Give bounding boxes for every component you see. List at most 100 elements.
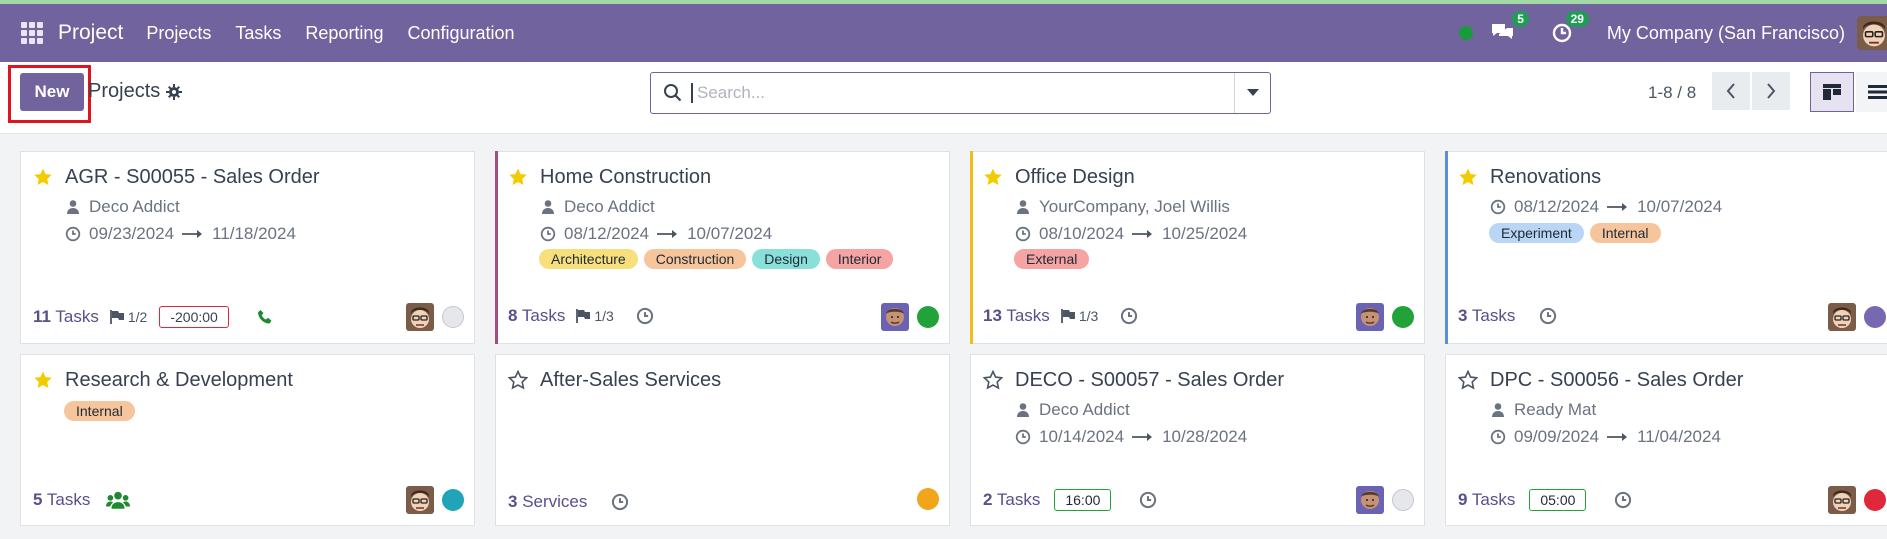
menu-reporting[interactable]: Reporting — [305, 23, 383, 44]
status-indicator[interactable] — [1392, 489, 1414, 511]
chat-bubbles-icon — [1491, 24, 1513, 39]
milestones[interactable]: 1/2 — [109, 309, 147, 325]
caret-down-icon — [1246, 89, 1259, 96]
task-count-link[interactable]: 2 Tasks — [983, 490, 1040, 510]
task-count-link[interactable]: 9 Tasks — [1458, 490, 1515, 510]
tag: Internal — [64, 401, 135, 421]
task-count-link[interactable]: 3 Tasks — [1458, 306, 1515, 326]
color-stripe — [495, 151, 498, 344]
favorite-star-icon[interactable] — [508, 167, 528, 187]
clock-icon — [1015, 429, 1031, 445]
messaging-button[interactable]: 5 — [1489, 11, 1529, 46]
clock-icon[interactable] — [1614, 491, 1632, 509]
menu-configuration[interactable]: Configuration — [407, 23, 514, 44]
status-indicator[interactable] — [917, 306, 939, 328]
chevron-left-icon — [1726, 83, 1735, 99]
gear-icon[interactable] — [166, 83, 183, 100]
menu-projects[interactable]: Projects — [146, 23, 211, 44]
clock-icon[interactable] — [1139, 491, 1157, 509]
arrow-right-icon — [1607, 202, 1629, 212]
project-customer: Deco Addict — [564, 197, 655, 216]
app-name[interactable]: Project — [58, 21, 123, 45]
project-card[interactable]: Research & Development Internal 5 Tasks — [20, 354, 475, 526]
project-card[interactable]: Renovations 08/12/2024 10/07/2024 Experi… — [1445, 151, 1887, 344]
arrow-right-icon — [1132, 432, 1154, 442]
clock-icon[interactable] — [1539, 307, 1557, 325]
tag: Construction — [643, 249, 747, 269]
clock-icon[interactable] — [611, 493, 629, 511]
project-card[interactable]: DECO - S00057 - Sales Order Deco Addict … — [970, 354, 1425, 526]
phone-icon[interactable] — [257, 309, 273, 325]
task-count-link[interactable]: 5 Tasks — [33, 490, 90, 510]
project-name: AGR - S00055 - Sales Order — [65, 166, 320, 188]
team-users-icon[interactable] — [106, 490, 130, 510]
service-count-link[interactable]: 3 Services — [508, 492, 587, 512]
avatar[interactable] — [406, 303, 434, 331]
avatar[interactable] — [406, 486, 434, 514]
project-card[interactable]: AGR - S00055 - Sales Order Deco Addict 0… — [20, 151, 475, 344]
milestones[interactable]: 1/3 — [1060, 308, 1098, 324]
favorite-star-empty-icon[interactable] — [1458, 370, 1478, 390]
pager-previous-button[interactable] — [1712, 72, 1750, 110]
company-switcher[interactable]: My Company (San Francisco) — [1607, 23, 1845, 44]
color-stripe — [1445, 151, 1448, 344]
search-options-toggle[interactable] — [1234, 73, 1270, 113]
pager-next-button[interactable] — [1752, 72, 1790, 110]
favorite-star-empty-icon[interactable] — [983, 370, 1003, 390]
task-count-link[interactable]: 11 Tasks — [33, 307, 99, 327]
chevron-right-icon — [1767, 83, 1776, 99]
status-indicator[interactable] — [917, 488, 939, 510]
project-end-date: 10/07/2024 — [687, 224, 773, 243]
project-card[interactable]: Office Design YourCompany, Joel Willis 0… — [970, 151, 1425, 344]
user-icon — [1015, 199, 1031, 215]
menu-tasks[interactable]: Tasks — [235, 23, 281, 44]
favorite-star-empty-icon[interactable] — [508, 370, 528, 390]
avatar[interactable] — [1356, 303, 1384, 331]
activities-count-badge: 29 — [1565, 11, 1589, 27]
clock-icon — [1490, 199, 1506, 215]
presence-status-icon — [1458, 26, 1473, 40]
project-card[interactable]: Home Construction Deco Addict 08/12/2024… — [495, 151, 950, 344]
search-bar — [650, 72, 1271, 114]
avatar[interactable] — [881, 303, 909, 331]
avatar[interactable] — [1828, 486, 1856, 514]
pager-value[interactable]: 1-8 / 8 — [1648, 83, 1696, 103]
clock-icon[interactable] — [1120, 307, 1138, 325]
milestones[interactable]: 1/3 — [575, 308, 614, 324]
task-count-link[interactable]: 13 Tasks — [983, 306, 1050, 326]
clock-icon[interactable] — [636, 307, 654, 325]
project-card[interactable]: After-Sales Services 3 Services — [495, 354, 950, 526]
flag-icon — [1060, 308, 1076, 324]
allocated-hours-chip: 16:00 — [1054, 489, 1112, 511]
page-title: Projects — [88, 80, 161, 102]
top-navbar: Project Projects Tasks Reporting Configu… — [0, 0, 1887, 62]
favorite-star-icon[interactable] — [983, 167, 1003, 187]
project-customer: Ready Mat — [1514, 400, 1597, 419]
project-name: Renovations — [1490, 166, 1602, 188]
favorite-star-icon[interactable] — [33, 167, 53, 187]
project-start-date: 10/14/2024 — [1039, 427, 1125, 446]
apps-menu-icon[interactable] — [21, 22, 43, 44]
project-card[interactable]: DPC - S00056 - Sales Order Ready Mat 09/… — [1445, 354, 1887, 526]
user-icon — [1490, 402, 1506, 418]
status-indicator[interactable] — [442, 306, 464, 328]
favorite-star-icon[interactable] — [1458, 167, 1478, 187]
favorite-star-icon[interactable] — [33, 370, 53, 390]
status-indicator[interactable] — [1864, 489, 1886, 511]
search-input[interactable] — [691, 83, 1234, 103]
avatar[interactable] — [1828, 303, 1856, 331]
user-avatar[interactable] — [1857, 16, 1887, 50]
kanban-view-button[interactable] — [1810, 72, 1854, 112]
status-indicator[interactable] — [1392, 306, 1414, 328]
avatar[interactable] — [1356, 486, 1384, 514]
task-count-link[interactable]: 8 Tasks — [508, 306, 565, 326]
project-end-date: 10/07/2024 — [1637, 197, 1723, 216]
status-indicator[interactable] — [442, 489, 464, 511]
list-view-button[interactable] — [1856, 72, 1887, 112]
new-button[interactable]: New — [20, 73, 84, 111]
messages-count-badge: 5 — [1512, 11, 1529, 27]
activities-button[interactable]: 29 — [1549, 11, 1589, 46]
status-indicator[interactable] — [1864, 306, 1886, 328]
tag: Architecture — [539, 249, 638, 269]
color-stripe — [970, 151, 973, 344]
